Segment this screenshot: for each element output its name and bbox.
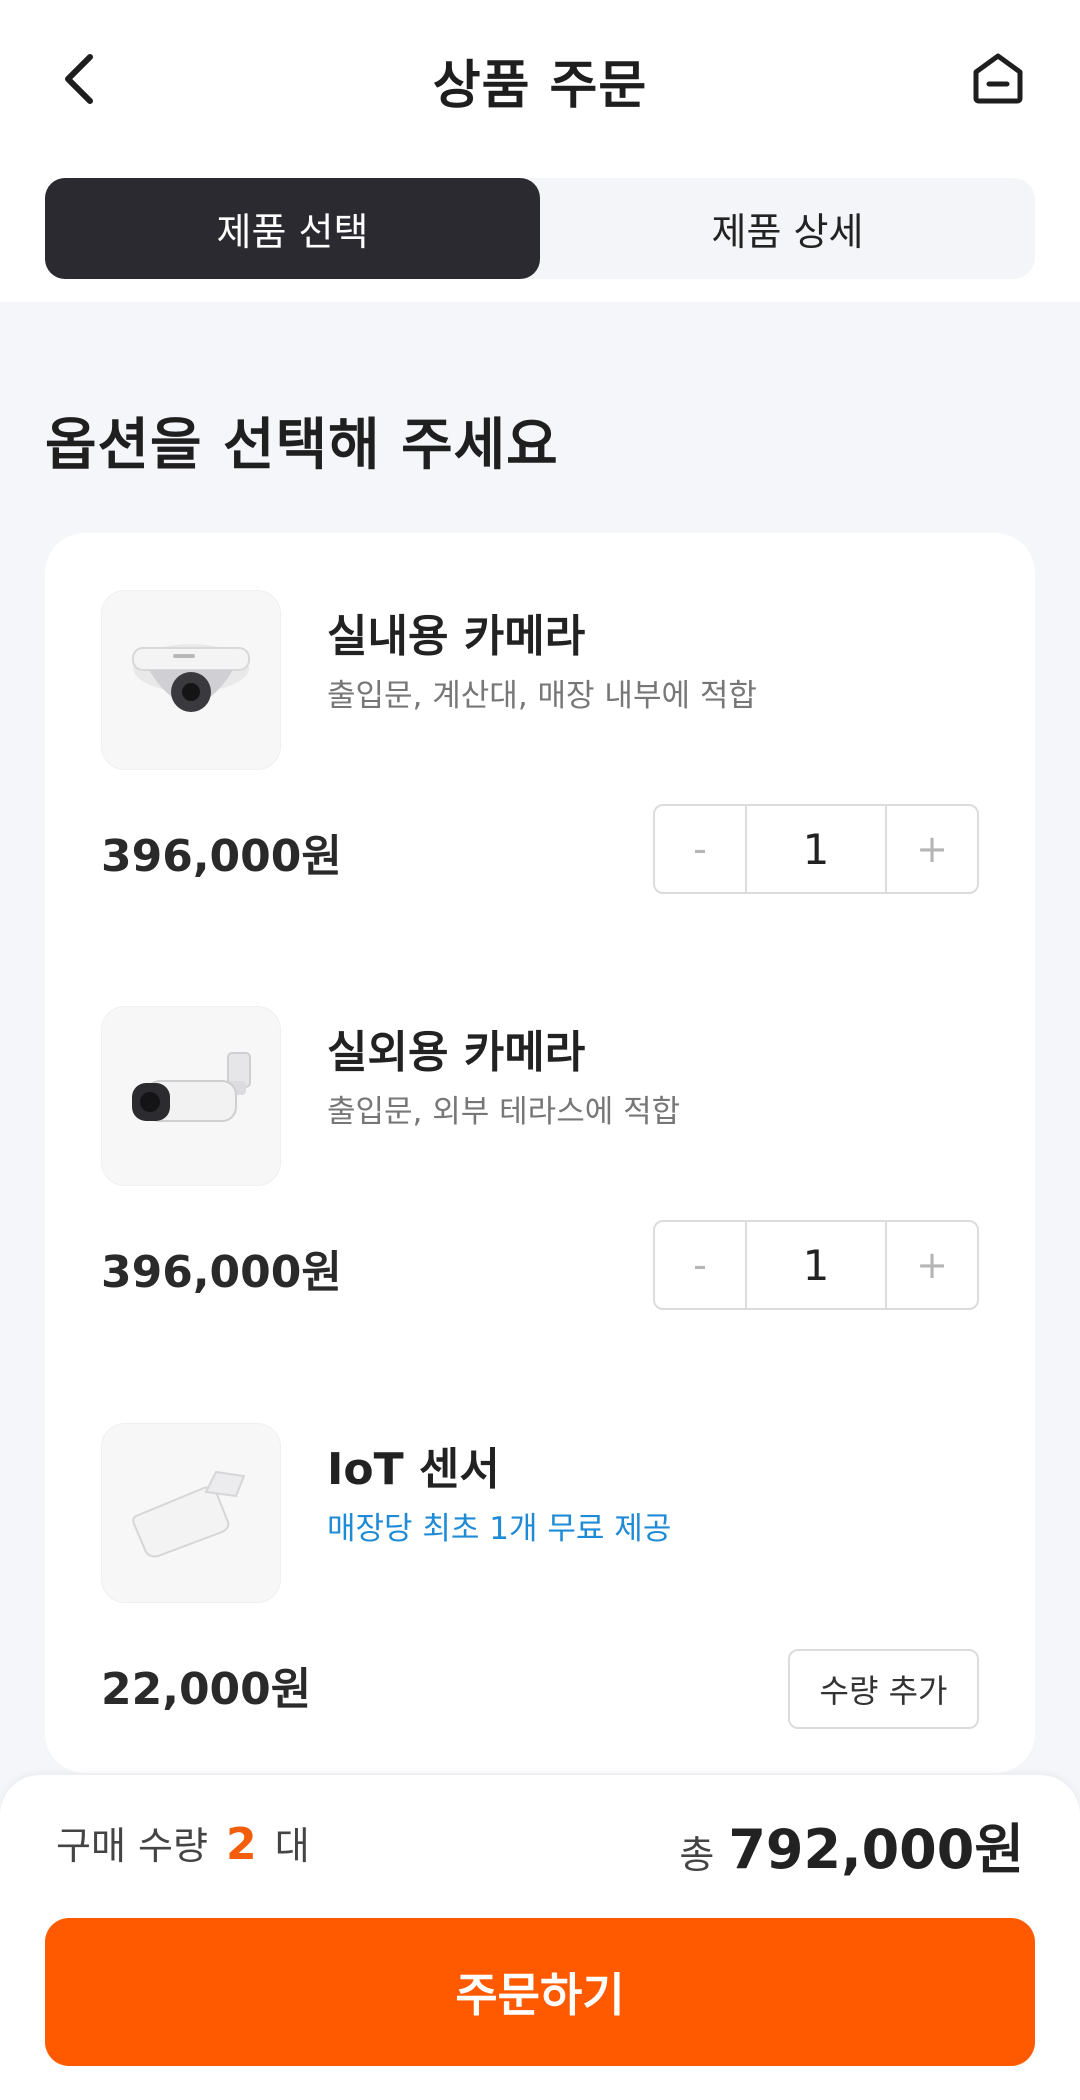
segmented-tabs: 제품 선택 제품 상세: [45, 178, 1035, 279]
chevron-left-icon: [65, 54, 93, 104]
total-value: 792,000원: [728, 1818, 1024, 1881]
product-promo-text: 매장당 최초 1개 무료 제공: [327, 1511, 672, 1547]
sensor-device-icon: [132, 1470, 246, 1558]
product-name: 실외용 카메라: [327, 1027, 586, 1078]
dome-camera-icon: [132, 644, 250, 712]
decrease-button[interactable]: -: [655, 806, 745, 892]
decrease-button[interactable]: -: [655, 1222, 745, 1308]
indoor-camera-image: [101, 590, 281, 770]
back-button[interactable]: [50, 44, 110, 114]
total-price: 총 792,000원: [679, 1805, 1024, 1884]
product-description: 출입문, 외부 테라스에 적합: [327, 1094, 681, 1130]
quantity-unit: 대: [274, 1824, 310, 1868]
product-name: IoT 센서: [327, 1444, 500, 1495]
product-list-card: 실내용 카메라 출입문, 계산대, 매장 내부에 적합 396,000원 - 1…: [45, 533, 1035, 1773]
add-quantity-button[interactable]: 수량 추가: [788, 1649, 979, 1729]
quantity-stepper: - 1 +: [653, 1220, 979, 1310]
quantity-count: 2: [226, 1819, 257, 1870]
increase-button[interactable]: +: [887, 806, 977, 892]
header: 상품 주문: [0, 0, 1080, 160]
tab-product-select[interactable]: 제품 선택: [45, 178, 540, 279]
page-title: 상품 주문: [432, 55, 648, 116]
quantity-stepper: - 1 +: [653, 804, 979, 894]
list-item: 실내용 카메라 출입문, 계산대, 매장 내부에 적합 396,000원 - 1…: [45, 590, 1035, 894]
increase-button[interactable]: +: [887, 1222, 977, 1308]
quantity-label: 구매 수량: [56, 1824, 208, 1868]
product-price: 22,000원: [101, 1664, 312, 1715]
quantity-value: 1: [745, 806, 887, 892]
order-summary-bar: 구매 수량 2 대 총 792,000원 주문하기: [0, 1775, 1080, 2100]
list-item: IoT 센서 매장당 최초 1개 무료 제공 22,000원 수량 추가: [45, 1423, 1035, 1729]
section-title: 옵션을 선택해 주세요: [45, 413, 559, 478]
product-price: 396,000원: [101, 831, 342, 882]
product-price: 396,000원: [101, 1247, 342, 1298]
quantity-value: 1: [745, 1222, 887, 1308]
home-button[interactable]: [966, 46, 1030, 110]
outdoor-camera-image: [101, 1006, 281, 1186]
top-area: 상품 주문 제품 선택 제품 상세: [0, 0, 1080, 302]
purchase-quantity: 구매 수량 2 대: [56, 1815, 310, 1870]
order-button[interactable]: 주문하기: [45, 1918, 1035, 2066]
home-icon: [973, 53, 1023, 104]
bullet-camera-icon: [132, 1052, 251, 1122]
total-label: 총: [679, 1833, 715, 1877]
product-name: 실내용 카메라: [327, 611, 586, 662]
product-description: 출입문, 계산대, 매장 내부에 적합: [327, 678, 757, 714]
tab-product-detail[interactable]: 제품 상세: [540, 178, 1035, 279]
list-item: 실외용 카메라 출입문, 외부 테라스에 적합 396,000원 - 1 +: [45, 1006, 1035, 1310]
iot-sensor-image: [101, 1423, 281, 1603]
